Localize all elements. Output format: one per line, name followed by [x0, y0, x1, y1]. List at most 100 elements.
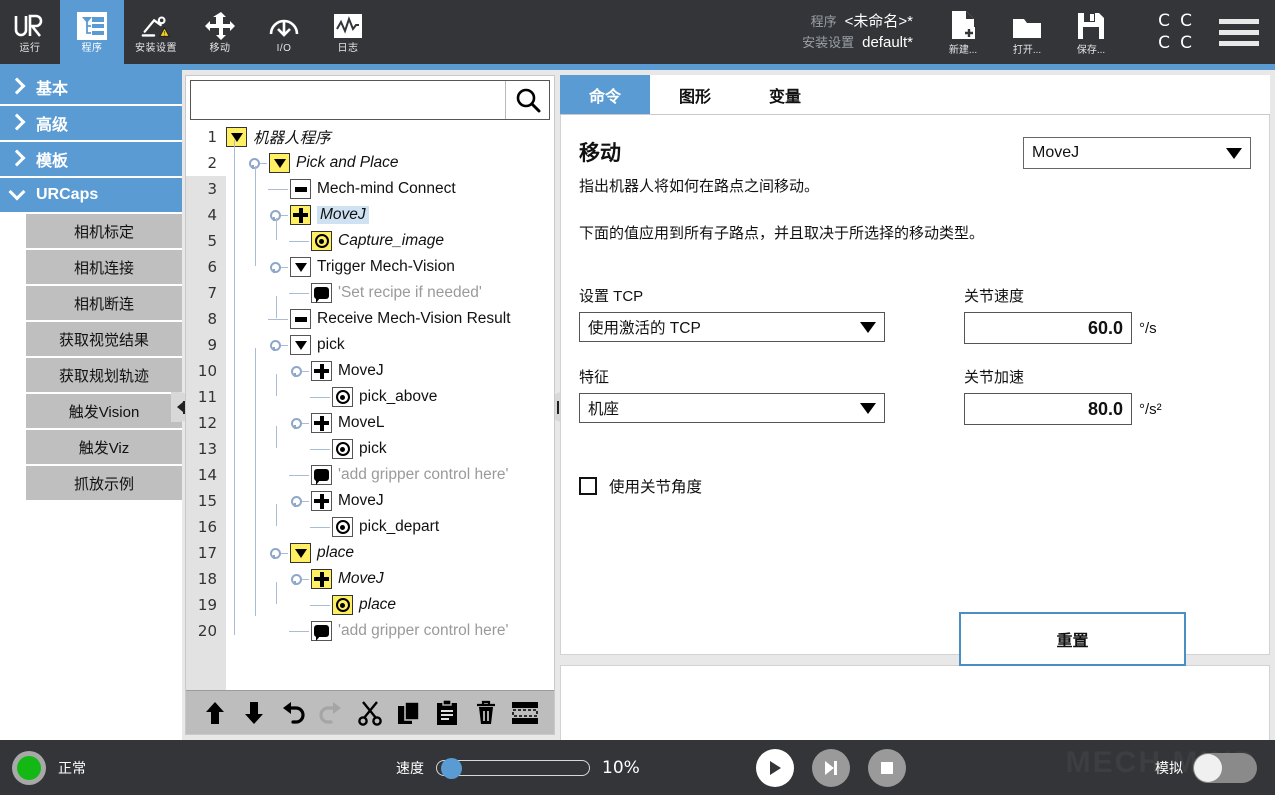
paste-button[interactable]	[432, 698, 462, 728]
tree-connector	[276, 582, 277, 604]
simulation-toggle[interactable]	[1193, 752, 1257, 783]
tree-row[interactable]: 12 MoveL	[186, 410, 554, 436]
tree-row[interactable]: 14 'add gripper control here'	[186, 462, 554, 488]
io-icon	[267, 11, 301, 41]
tree-row[interactable]: 20 'add gripper control here'	[186, 618, 554, 644]
move-type-value: MoveJ	[1032, 144, 1080, 161]
tree-connector	[302, 578, 309, 580]
sidebar-category-templates[interactable]: 模板	[0, 142, 182, 178]
tree-connector	[260, 162, 267, 164]
urcap-item-camera-calibration[interactable]: 相机标定	[26, 214, 182, 250]
node-dash-icon	[290, 179, 311, 199]
urcap-item-camera-connect[interactable]: 相机连接	[26, 250, 182, 286]
urcap-item-trigger-viz[interactable]: 触发Viz	[26, 430, 182, 466]
urcap-item-get-planned-path[interactable]: 获取规划轨迹	[26, 358, 182, 394]
program-tree-body[interactable]: 1 机器人程序 2 Pick and Place 3 Mech-mind Connect 4…	[186, 124, 554, 690]
tree-row[interactable]: 11 pick_above	[186, 384, 554, 410]
use-joint-angles-label: 使用关节角度	[609, 479, 703, 496]
waypoint-icon	[332, 439, 353, 459]
cut-button[interactable]	[355, 698, 385, 728]
tree-row[interactable]: 8 Receive Mech-Vision Result	[186, 306, 554, 332]
use-joint-angles-checkbox[interactable]	[579, 477, 597, 495]
tree-connector	[310, 396, 330, 398]
search-button[interactable]	[505, 81, 549, 119]
speed-slider-knob[interactable]	[441, 757, 462, 779]
play-button[interactable]	[755, 748, 794, 787]
tree-row[interactable]: 15 MoveJ	[186, 488, 554, 514]
tree-row[interactable]: 4 MoveJ	[186, 202, 554, 228]
sidebar-category-urcaps[interactable]: URCaps	[0, 178, 182, 214]
tree-row-label: MoveJ	[338, 492, 384, 509]
tree-connector	[281, 552, 288, 554]
tree-row[interactable]: 2 Pick and Place	[186, 150, 554, 176]
reset-button[interactable]: 重置	[959, 612, 1186, 666]
use-joint-angles-row[interactable]: 使用关节角度	[579, 475, 1251, 497]
redo-button[interactable]	[316, 698, 346, 728]
ur-logo-icon	[13, 11, 47, 41]
move-icon	[203, 11, 237, 41]
tree-row[interactable]: 18 MoveJ	[186, 566, 554, 592]
search-input[interactable]	[191, 81, 505, 119]
header-tab-program[interactable]: 程序	[60, 0, 124, 64]
arrow-down-icon	[244, 701, 263, 724]
sidebar-category-advanced[interactable]: 高级	[0, 106, 182, 142]
move-up-button[interactable]	[200, 698, 230, 728]
move-down-button[interactable]	[239, 698, 269, 728]
move-node-icon	[290, 205, 311, 225]
program-icon	[75, 11, 109, 41]
tree-row[interactable]: 17 place	[186, 540, 554, 566]
header-tab-log[interactable]: 日志	[316, 0, 380, 64]
hamburger-menu-icon[interactable]	[1219, 18, 1259, 46]
joint-accel-input[interactable]: 80.0	[964, 393, 1132, 425]
header-tab-move[interactable]: 移动	[188, 0, 252, 64]
move-node-icon	[311, 491, 332, 511]
tree-row[interactable]: 16 pick_depart	[186, 514, 554, 540]
tree-row[interactable]: 19 place	[186, 592, 554, 618]
sidebar-category-basic[interactable]: 基本	[0, 70, 182, 106]
copy-button[interactable]	[394, 698, 424, 728]
suppress-button[interactable]	[510, 698, 540, 728]
stop-button[interactable]	[867, 748, 906, 787]
tcp-label: 设置 TCP	[579, 288, 644, 305]
feature-select[interactable]: 机座	[579, 393, 885, 423]
header-tab-run[interactable]: 运行	[0, 0, 60, 64]
tree-row[interactable]: 10 MoveJ	[186, 358, 554, 384]
speed-slider[interactable]	[436, 757, 590, 779]
tree-row[interactable]: 9 pick	[186, 332, 554, 358]
tree-row[interactable]: 1 机器人程序	[186, 124, 554, 150]
tree-node: MoveJ	[268, 202, 369, 228]
urcap-item-camera-disconnect[interactable]: 相机断连	[26, 286, 182, 322]
delete-button[interactable]	[471, 698, 501, 728]
robot-status[interactable]: 正常	[12, 750, 86, 785]
joint-speed-input[interactable]: 60.0	[964, 312, 1132, 344]
undo-button[interactable]	[278, 698, 308, 728]
tree-row-label: Trigger Mech-Vision	[317, 258, 455, 275]
tree-row[interactable]: 6 Trigger Mech-Vision	[186, 254, 554, 280]
tcp-select[interactable]: 使用激活的 TCP	[579, 312, 885, 342]
step-button[interactable]	[811, 748, 850, 787]
cc-cell-0: C	[1158, 11, 1170, 31]
tree-row[interactable]: 13 pick	[186, 436, 554, 462]
tree-connector	[268, 318, 288, 320]
installation-name-value: default*	[862, 34, 913, 51]
move-type-select[interactable]: MoveJ	[1023, 137, 1251, 169]
new-program-button[interactable]: 新建...	[931, 0, 995, 64]
tree-row[interactable]: 3 Mech-mind Connect	[186, 176, 554, 202]
open-program-button[interactable]: 打开...	[995, 0, 1059, 64]
tab-command[interactable]: 命令	[560, 75, 650, 114]
log-icon	[331, 11, 365, 41]
urcap-item-get-vision-result[interactable]: 获取视觉结果	[26, 322, 182, 358]
header-tab-io[interactable]: I/O	[252, 0, 316, 64]
status-led-icon	[12, 750, 46, 785]
tree-row[interactable]: 5 Capture_image	[186, 228, 554, 254]
tab-variables[interactable]: 变量	[740, 75, 830, 114]
installation-icon: !	[139, 11, 173, 41]
header-tab-installation[interactable]: ! 安装设置	[124, 0, 188, 64]
urcap-item-trigger-vision[interactable]: 触发Vision	[26, 394, 182, 430]
save-program-button[interactable]: 保存...	[1059, 0, 1123, 64]
tree-row-label: MoveL	[338, 414, 385, 431]
urcap-item-pick-place-sample[interactable]: 抓放示例	[26, 466, 182, 502]
node-anchor-icon	[268, 261, 281, 273]
tab-graphics[interactable]: 图形	[650, 75, 740, 114]
tree-row[interactable]: 7 'Set recipe if needed'	[186, 280, 554, 306]
